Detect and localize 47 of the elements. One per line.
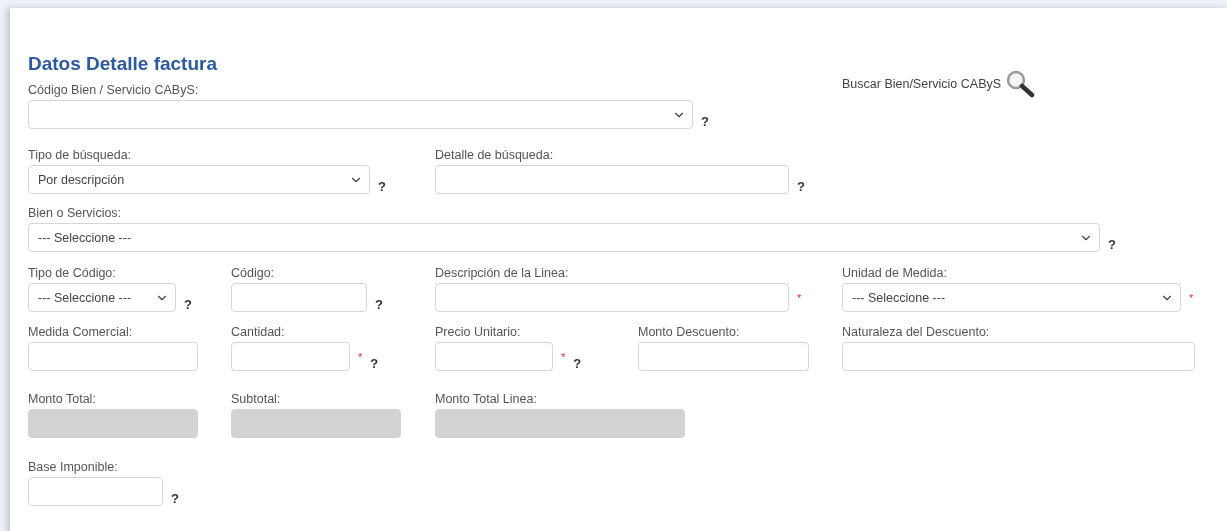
help-mark[interactable]: ? [375, 298, 383, 312]
search-link[interactable]: Buscar Bien/Servicio CAByS [842, 69, 1036, 99]
field-label: Bien o Servicios: [28, 206, 122, 220]
input-field[interactable] [231, 283, 367, 312]
field-label: Subtotal: [231, 392, 281, 406]
help-mark[interactable]: ? [184, 298, 192, 312]
input-field[interactable] [28, 342, 198, 371]
field-label: Código Bien / Servicio CAByS: [28, 83, 199, 97]
field-label: Tipo de Código: [28, 266, 116, 280]
field-label: Monto Total: [28, 392, 96, 406]
field-label: Detalle de búsqueda: [435, 148, 554, 162]
select-field[interactable]: --- Seleccione --- [28, 223, 1100, 252]
help-mark[interactable]: ? [797, 180, 805, 194]
required-mark: * [561, 351, 566, 362]
input-field[interactable] [638, 342, 809, 371]
field-label: Base Imponible: [28, 460, 118, 474]
input-field[interactable] [435, 342, 553, 371]
select-field[interactable]: --- Seleccione --- [28, 283, 176, 312]
input-field[interactable] [435, 283, 789, 312]
field-label: Código: [231, 266, 275, 280]
field-label: Tipo de búsqueda: [28, 148, 132, 162]
help-mark[interactable]: ? [370, 357, 379, 371]
input-field[interactable] [842, 342, 1195, 371]
help-mark[interactable]: ? [171, 492, 179, 506]
help-mark[interactable]: ? [378, 180, 386, 194]
field-label: Precio Unitario: [435, 325, 521, 339]
required-mark: * [1189, 292, 1194, 303]
select-field[interactable]: --- Seleccione --- [842, 283, 1181, 312]
required-mark: * [358, 351, 363, 362]
select-field[interactable] [28, 100, 693, 129]
input-field[interactable] [435, 165, 789, 194]
input-field[interactable] [28, 477, 163, 506]
field-label: Monto Descuento: [638, 325, 740, 339]
field-label: Monto Total Linea: [435, 392, 537, 406]
input-field[interactable] [231, 342, 350, 371]
section-title: Datos Detalle factura [28, 52, 218, 76]
field-label: Medida Comercial: [28, 325, 133, 339]
select-field[interactable]: Por descripción [28, 165, 370, 194]
search-icon [1005, 69, 1036, 99]
help-mark[interactable]: ? [701, 115, 709, 129]
field-label: Descripción de la Linea: [435, 266, 569, 280]
required-mark: * [797, 292, 802, 303]
field-label: Unidad de Medida: [842, 266, 947, 280]
field-label: Naturaleza del Descuento: [842, 325, 990, 339]
help-mark[interactable]: ? [573, 357, 582, 371]
help-mark[interactable]: ? [1108, 238, 1116, 252]
field-label: Cantidad: [231, 325, 285, 339]
